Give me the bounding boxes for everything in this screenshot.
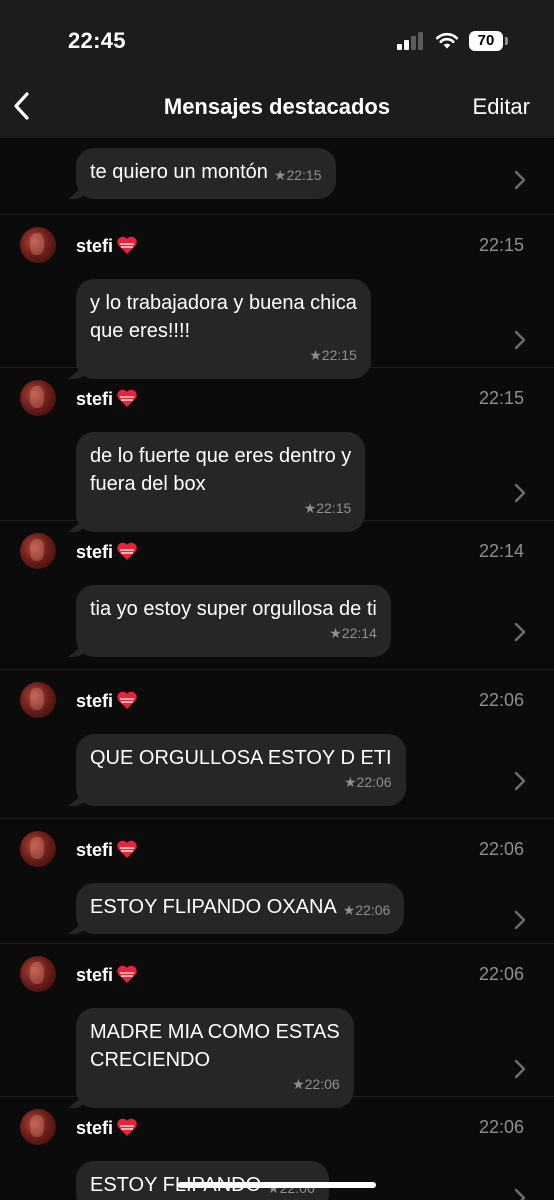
star-time-stamp: ★22:06 [342, 902, 391, 918]
list-item[interactable]: te quiero un montón ★22:15 [0, 138, 554, 215]
message-time: 22:15 [478, 235, 524, 255]
message-header: stefi 22:15 [0, 215, 554, 279]
message-header: stefi 22:06 [0, 1097, 554, 1161]
sender-name: stefi [76, 964, 138, 986]
chevron-right-icon[interactable] [514, 330, 526, 350]
chevron-right-icon[interactable] [514, 910, 526, 930]
avatar[interactable] [20, 831, 56, 867]
heart-emoji-icon [117, 965, 137, 983]
avatar[interactable] [20, 227, 56, 263]
message-text: te quiero un montón [90, 161, 268, 183]
chevron-right-icon[interactable] [514, 170, 526, 190]
avatar[interactable] [20, 682, 56, 718]
avatar[interactable] [20, 380, 56, 416]
avatar[interactable] [20, 1109, 56, 1145]
message-bubble[interactable]: te quiero un montón ★22:15 [76, 148, 336, 199]
message-row: ESTOY FLIPANDO ★22:06 [0, 1161, 554, 1200]
chevron-right-icon[interactable] [514, 771, 526, 791]
screen: 22:45 70 Mensajes destacados Editar te q… [0, 0, 554, 1200]
list-item[interactable]: stefi 22:06 QUE ORGULLOSA ESTOY D ETI ★2… [0, 670, 554, 819]
page-title: Mensajes destacados [163, 94, 391, 119]
sender-name: stefi [76, 235, 138, 257]
message-bubble[interactable]: y lo trabajadora y buena chica que eres!… [76, 279, 371, 379]
sender-name: stefi [76, 839, 138, 861]
message-time: 22:06 [478, 1117, 524, 1137]
message-bubble[interactable]: MADRE MIA COMO ESTAS CRECIENDO ★22:06 [76, 1008, 354, 1108]
home-indicator[interactable] [178, 1182, 376, 1188]
heart-emoji-icon [117, 542, 137, 560]
message-bubble[interactable]: QUE ORGULLOSA ESTOY D ETI ★22:06 [76, 734, 406, 806]
heart-emoji-icon [117, 236, 137, 254]
star-time-stamp: ★22:15 [303, 500, 352, 516]
battery-tip [505, 37, 508, 45]
sender-name: stefi [76, 690, 138, 712]
status-time: 22:45 [68, 28, 126, 53]
edit-button[interactable]: Editar [473, 94, 530, 120]
message-bubble[interactable]: de lo fuerte que eres dentro y fuera del… [76, 432, 366, 532]
message-row: te quiero un montón ★22:15 [0, 138, 554, 221]
message-text: ESTOY FLIPANDO OXANA [90, 896, 337, 918]
sender-name: stefi [76, 1117, 138, 1139]
message-bubble[interactable]: ESTOY FLIPANDO ★22:06 [76, 1161, 329, 1200]
chevron-left-icon[interactable] [10, 90, 34, 122]
heart-emoji-icon [117, 389, 137, 407]
list-item[interactable]: stefi 22:15 de lo fuerte que eres dentro… [0, 368, 554, 532]
message-time: 22:06 [478, 964, 524, 984]
top-bar: 22:45 70 Mensajes destacados Editar [0, 0, 554, 138]
heart-emoji-icon [117, 1118, 137, 1136]
message-bubble[interactable]: ESTOY FLIPANDO OXANA ★22:06 [76, 883, 405, 934]
message-bubble[interactable]: tia yo estoy super orgullosa de ti ★22:1… [76, 585, 391, 657]
list-item[interactable]: stefi 22:15 y lo trabajadora y buena chi… [0, 215, 554, 379]
message-text: y lo trabajadora y buena chica que eres!… [90, 292, 357, 342]
star-time-stamp: ★22:15 [309, 347, 357, 363]
wifi-icon [435, 32, 459, 49]
message-row: QUE ORGULLOSA ESTOY D ETI ★22:06 [0, 734, 554, 828]
message-time: 22:14 [478, 541, 524, 561]
star-time-stamp: ★22:06 [343, 774, 392, 790]
message-row: tia yo estoy super orgullosa de ti ★22:1… [0, 585, 554, 679]
avatar[interactable] [20, 533, 56, 569]
sender-name: stefi [76, 541, 138, 563]
chevron-right-icon[interactable] [514, 1059, 526, 1079]
message-header: stefi 22:14 [0, 521, 554, 585]
list-item[interactable]: stefi 22:06 MADRE MIA COMO ESTAS CRECIEN… [0, 944, 554, 1108]
message-header: stefi 22:06 [0, 944, 554, 1008]
message-header: stefi 22:06 [0, 670, 554, 734]
message-text: MADRE MIA COMO ESTAS CRECIENDO [90, 1021, 340, 1071]
heart-emoji-icon [117, 840, 137, 858]
heart-emoji-icon [117, 691, 137, 709]
message-header: stefi 22:06 [0, 819, 554, 883]
message-time: 22:06 [478, 690, 524, 710]
message-time: 22:06 [478, 839, 524, 859]
star-time-stamp: ★22:15 [273, 167, 322, 183]
list-item[interactable]: stefi 22:06 ESTOY FLIPANDO OXANA ★22:06 [0, 819, 554, 944]
list-item[interactable]: stefi 22:14 tia yo estoy super orgullosa… [0, 521, 554, 670]
message-time: 22:15 [478, 388, 524, 408]
message-text: de lo fuerte que eres dentro y fuera del… [90, 445, 352, 495]
chevron-right-icon[interactable] [514, 1188, 526, 1200]
chevron-right-icon[interactable] [514, 622, 526, 642]
sender-name: stefi [76, 388, 138, 410]
star-time-stamp: ★22:06 [292, 1076, 340, 1092]
chevron-right-icon[interactable] [514, 483, 526, 503]
starred-messages-list: te quiero un montón ★22:15 stefi 22:15 y … [0, 138, 554, 1200]
cellular-signal-icon [397, 32, 425, 50]
battery-level: 70 [469, 31, 503, 51]
star-time-stamp: ★22:14 [329, 625, 377, 641]
avatar[interactable] [20, 956, 56, 992]
message-header: stefi 22:15 [0, 368, 554, 432]
